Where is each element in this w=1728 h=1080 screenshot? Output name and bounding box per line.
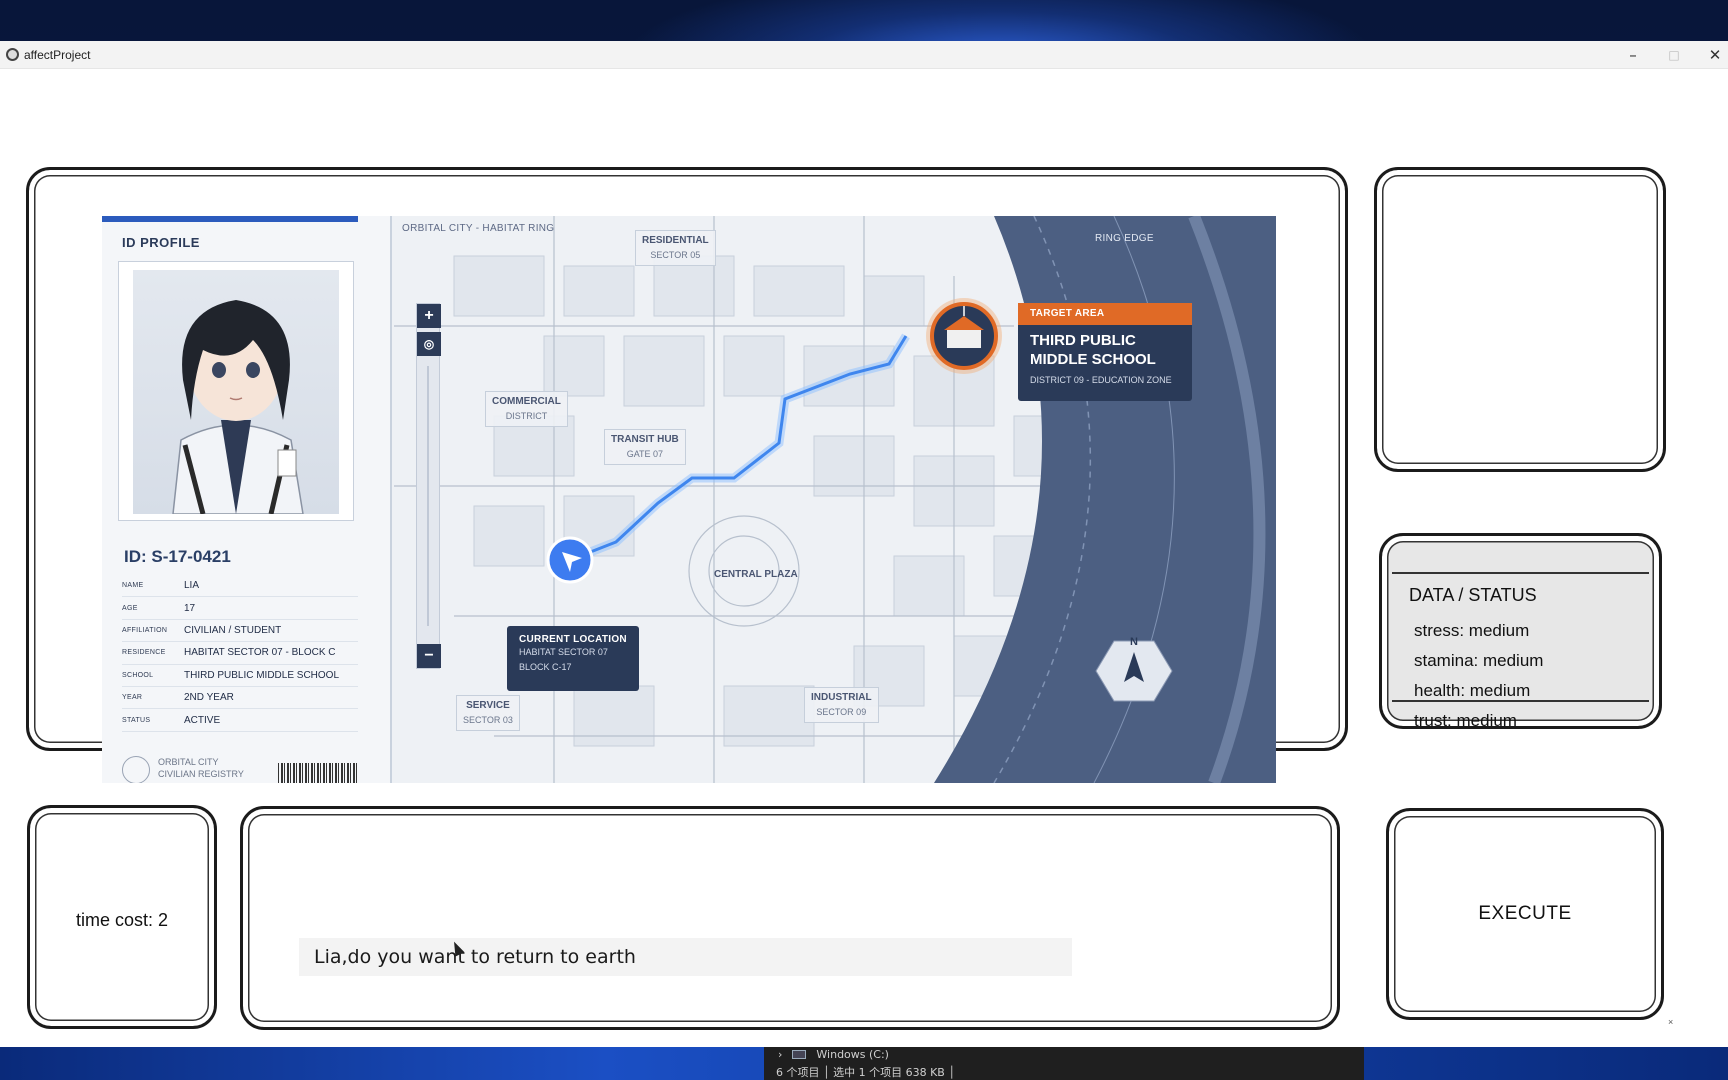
map-label-service: SERVICE SECTOR 03 xyxy=(456,695,520,731)
id-card-accent xyxy=(102,216,358,222)
map-label-name: SERVICE xyxy=(466,700,510,711)
id-row: AFFILIATION CIVILIAN / STUDENT xyxy=(122,620,358,643)
minimize-button[interactable]: – xyxy=(1618,44,1648,66)
explorer-status: 6 个项目 │ 选中 1 个项目 638 KB │ xyxy=(776,1066,955,1079)
target-area-card: TARGET AREA THIRD PUBLIC MIDDLE SCHOOL DI… xyxy=(1018,303,1192,401)
map-label-residential: RESIDENTIAL SECTOR 05 xyxy=(635,230,716,266)
registry-line: CIVILIAN REGISTRY xyxy=(158,769,244,779)
zoom-slider[interactable] xyxy=(427,366,429,626)
zoom-in-button[interactable]: + xyxy=(417,304,441,328)
status-stamina: stamina: medium xyxy=(1414,651,1544,670)
portrait-panel-frame xyxy=(1374,167,1666,472)
ring-edge-label: RING EDGE xyxy=(1095,233,1154,244)
map-label-sub: SECTOR 03 xyxy=(463,715,513,725)
maximize-button[interactable]: □ xyxy=(1659,44,1689,66)
status-health: health: medium xyxy=(1414,681,1531,700)
target-name-line: MIDDLE SCHOOL xyxy=(1030,351,1156,368)
dialogue-input[interactable] xyxy=(299,938,1072,976)
status-stress: stress: medium xyxy=(1414,621,1530,640)
chevron-right-icon[interactable]: › xyxy=(778,1048,782,1061)
city-map: ORBITAL CITY - HABITAT RING RING EDGE RE… xyxy=(394,216,1276,783)
registry-line: ORBITAL CITY xyxy=(158,757,219,767)
execute-button[interactable]: EXECUTE xyxy=(1400,820,1650,1008)
compass-north-label: N xyxy=(1130,636,1138,648)
zoom-control: + ◎ − xyxy=(416,303,441,669)
id-row: SCHOOL THIRD PUBLIC MIDDLE SCHOOL xyxy=(122,665,358,687)
current-location-line: HABITAT SECTOR 07 xyxy=(519,647,608,657)
id-fields: NAME LIA AGE 17 AFFILIATION CIVILIAN / STUD… xyxy=(122,575,358,732)
status-trust: trust: medium xyxy=(1414,711,1517,730)
map-label-name: INDUSTRIAL xyxy=(811,692,872,703)
target-area-header: TARGET AREA xyxy=(1018,303,1192,325)
map-caption: ORBITAL CITY - HABITAT RING xyxy=(402,223,555,234)
scene-image: ID PROFILE ID: S-17-0421 NAME LIA AGE 17 xyxy=(102,216,1276,783)
id-row: AGE 17 xyxy=(122,597,358,620)
id-field-key: AFFILIATION xyxy=(122,626,168,634)
registry-mark: ORBITAL CITY CIVILIAN REGISTRY xyxy=(122,756,244,783)
id-photo xyxy=(118,261,354,521)
dialogue-frame xyxy=(240,806,1340,1030)
id-card-heading: ID PROFILE xyxy=(122,235,200,250)
map-label-name: COMMERCIAL xyxy=(492,396,561,407)
zoom-out-button[interactable]: − xyxy=(417,644,441,668)
map-label-sub: GATE 07 xyxy=(626,449,664,459)
id-field-value: THIRD PUBLIC MIDDLE SCHOOL xyxy=(184,669,340,681)
registry-seal-icon xyxy=(122,756,150,783)
id-field-key: STATUS xyxy=(122,716,151,724)
id-field-key: RESIDENCE xyxy=(122,649,166,657)
id-field-key: AGE xyxy=(122,604,138,612)
id-card: ID PROFILE ID: S-17-0421 NAME LIA AGE 17 xyxy=(102,216,392,783)
status-divider xyxy=(1392,572,1649,574)
app-icon xyxy=(6,48,19,61)
id-field-value: ACTIVE xyxy=(184,714,221,726)
map-label-name: RESIDENTIAL xyxy=(642,235,709,246)
id-number: ID: S-17-0421 xyxy=(124,547,231,566)
id-field-key: YEAR xyxy=(122,694,143,702)
time-cost: time cost: 2 xyxy=(75,910,169,930)
map-label-name: CENTRAL PLAZA xyxy=(714,569,798,580)
current-location-card: CURRENT LOCATION HABITAT SECTOR 07 BLOCK… xyxy=(507,626,639,691)
map-label-sub: SECTOR 09 xyxy=(816,707,867,717)
id-field-key: NAME xyxy=(122,582,144,590)
id-row: RESIDENCE HABITAT SECTOR 07 - BLOCK C xyxy=(122,642,358,665)
file-explorer-strip: › Windows (C:) 6 个项目 │ 选中 1 个项目 638 KB │ xyxy=(764,1046,1364,1080)
id-field-value: HABITAT SECTOR 07 - BLOCK C xyxy=(184,647,336,659)
character-portrait xyxy=(133,270,339,514)
corner-mark-icon: × xyxy=(1668,1017,1674,1027)
barcode xyxy=(278,763,358,783)
locate-icon[interactable]: ◎ xyxy=(417,332,441,356)
id-field-value: LIA xyxy=(184,580,200,592)
drive-icon xyxy=(792,1050,807,1059)
map-label-commercial: COMMERCIAL DISTRICT xyxy=(485,391,568,427)
id-field-value: 17 xyxy=(184,602,196,614)
map-label-industrial: INDUSTRIAL SECTOR 09 xyxy=(804,687,879,723)
status-title: DATA / STATUS xyxy=(1409,585,1537,605)
map-label-central: CENTRAL PLAZA xyxy=(708,565,804,585)
id-row: NAME LIA xyxy=(122,575,358,598)
id-field-value: CIVILIAN / STUDENT xyxy=(184,624,282,636)
current-location-title: CURRENT LOCATION xyxy=(519,634,627,645)
target-name-line: THIRD PUBLIC xyxy=(1030,332,1136,349)
current-location-line: BLOCK C-17 xyxy=(519,662,572,672)
id-field-value: 2ND YEAR xyxy=(184,692,234,704)
map-label-transit: TRANSIT HUB GATE 07 xyxy=(604,429,686,465)
map-label-name: TRANSIT HUB xyxy=(611,434,679,445)
close-button[interactable]: ✕ xyxy=(1700,44,1728,66)
id-field-key: SCHOOL xyxy=(122,671,154,679)
target-area-sub: DISTRICT 09 - EDUCATION ZONE xyxy=(1030,375,1172,385)
window-title: affectProject xyxy=(24,48,91,62)
title-bar[interactable]: affectProject – □ ✕ xyxy=(0,41,1728,69)
map-label-sub: DISTRICT xyxy=(505,411,548,421)
id-row: YEAR 2ND YEAR xyxy=(122,687,358,710)
id-row: STATUS ACTIVE xyxy=(122,709,358,732)
drive-label[interactable]: Windows (C:) xyxy=(816,1048,889,1061)
map-label-sub: SECTOR 05 xyxy=(650,250,701,260)
